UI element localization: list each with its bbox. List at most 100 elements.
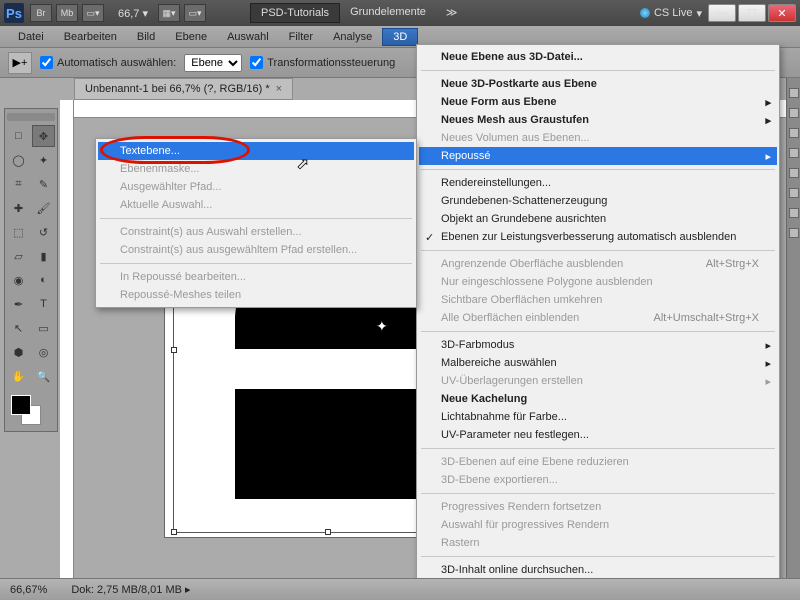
menu-item: 3D-Ebenen auf eine Ebene reduzieren — [419, 453, 777, 471]
color-swatches[interactable] — [7, 395, 55, 427]
menu-item[interactable]: Textebene... — [98, 142, 414, 160]
foreground-color[interactable] — [11, 395, 31, 415]
menu-item[interactable]: Malbereiche auswählen▸ — [419, 354, 777, 372]
title-bar: Ps Br Mb ▭▾ 66,7 ▾ ▦▾ ▭▾ PSD-Tutorials G… — [0, 0, 800, 26]
tool-eraser[interactable]: ▱ — [7, 245, 30, 267]
tool-brush[interactable]: 🖌 — [32, 197, 55, 219]
menu-item[interactable]: Neue Kachelung — [419, 390, 777, 408]
status-dok[interactable]: Dok: 2,75 MB/8,01 MB ▸ — [71, 583, 190, 596]
menu-item: Angrenzende Oberfläche ausblendenAlt+Str… — [419, 255, 777, 273]
menu-item[interactable]: Repoussé▸ — [419, 147, 777, 165]
screenmode-button[interactable]: ▭▾ — [82, 4, 104, 22]
menu-item: Constraint(s) aus ausgewähltem Pfad erst… — [98, 241, 414, 259]
tool-blur[interactable]: ◉ — [7, 269, 30, 291]
panel-icon[interactable] — [789, 128, 799, 138]
menu-filter[interactable]: Filter — [279, 29, 323, 45]
panel-icon[interactable] — [789, 168, 799, 178]
workspace-tab-active[interactable]: PSD-Tutorials — [250, 3, 340, 23]
panel-icon[interactable] — [789, 148, 799, 158]
panel-icon[interactable] — [789, 188, 799, 198]
tool-zoom[interactable]: 🔍 — [32, 365, 55, 387]
workspace-more[interactable]: ≫ — [436, 3, 468, 23]
tool-pen[interactable]: ✒ — [7, 293, 30, 315]
tool-3dcam[interactable]: ◎ — [32, 341, 55, 363]
tool-gradient[interactable]: ▮ — [32, 245, 55, 267]
tool-move[interactable]: ✥ — [32, 125, 55, 147]
menu-item: Rastern — [419, 534, 777, 552]
tool-path[interactable]: ↖ — [7, 317, 30, 339]
menu-item[interactable]: Neue 3D-Postkarte aus Ebene — [419, 75, 777, 93]
close-button[interactable]: ✕ — [768, 4, 796, 22]
menu-item[interactable]: Rendereinstellungen... — [419, 174, 777, 192]
cs-live-button[interactable]: CS Live ▾ — [640, 7, 702, 20]
tool-crop[interactable]: ⌗ — [7, 173, 30, 195]
toolbox: □✥ ◯✦ ⌗✎ ✚🖌 ⬚↺ ▱▮ ◉◐ ✒T ↖▭ ⬢◎ ✋🔍 — [4, 108, 58, 432]
ruler-vertical — [60, 100, 74, 578]
handle-bm[interactable] — [325, 529, 331, 535]
check-icon: ✓ — [425, 231, 434, 244]
tool-heal[interactable]: ✚ — [7, 197, 30, 219]
submenu-arrow-icon: ▸ — [765, 339, 771, 352]
extras-button[interactable]: ▦▾ — [158, 4, 180, 22]
close-tab-icon[interactable]: × — [276, 83, 282, 95]
menu-item[interactable]: UV-Parameter neu festlegen... — [419, 426, 777, 444]
tool-marquee[interactable]: □ — [7, 125, 30, 147]
menu-item[interactable]: Objekt an Grundebene ausrichten — [419, 210, 777, 228]
tool-3d[interactable]: ⬢ — [7, 341, 30, 363]
menu-item[interactable]: Lichtabnahme für Farbe... — [419, 408, 777, 426]
minimize-button[interactable]: — — [708, 4, 736, 22]
menu-item[interactable]: Grundebenen-Schattenerzeugung — [419, 192, 777, 210]
menu-item[interactable]: Neue Ebene aus 3D-Datei... — [419, 48, 777, 66]
tool-eyedrop[interactable]: ✎ — [32, 173, 55, 195]
menu-bearbeiten[interactable]: Bearbeiten — [54, 29, 127, 45]
arrange-button[interactable]: ▭▾ — [184, 4, 206, 22]
menu-item: 3D-Ebene exportieren... — [419, 471, 777, 489]
tool-history[interactable]: ↺ — [32, 221, 55, 243]
status-zoom[interactable]: 66,67% — [10, 584, 47, 596]
toolbox-grip[interactable] — [7, 113, 55, 121]
menu-item: Neues Volumen aus Ebenen... — [419, 129, 777, 147]
tool-shape[interactable]: ▭ — [32, 317, 55, 339]
tool-dodge[interactable]: ◐ — [32, 269, 55, 291]
handle-bl[interactable] — [171, 529, 177, 535]
menu-item: Ebenenmaske... — [98, 160, 414, 178]
tool-hand[interactable]: ✋ — [7, 365, 30, 387]
tool-stamp[interactable]: ⬚ — [7, 221, 30, 243]
minibridge-button[interactable]: Mb — [56, 4, 78, 22]
panel-icon[interactable] — [789, 108, 799, 118]
menu-bild[interactable]: Bild — [127, 29, 165, 45]
menu-auswahl[interactable]: Auswahl — [217, 29, 279, 45]
menu-datei[interactable]: Datei — [8, 29, 54, 45]
move-tool-preset[interactable]: ▶+ — [8, 52, 32, 74]
ps-logo: Ps — [4, 3, 24, 23]
menu-item: UV-Überlagerungen erstellen▸ — [419, 372, 777, 390]
menu-item: Sichtbare Oberflächen umkehren — [419, 291, 777, 309]
menu-item[interactable]: Neues Mesh aus Graustufen▸ — [419, 111, 777, 129]
panel-icon[interactable] — [789, 208, 799, 218]
zoom-level[interactable]: 66,7 ▾ — [118, 7, 148, 20]
auto-select-checkbox[interactable]: Automatisch auswählen: — [40, 56, 176, 69]
panel-icon[interactable] — [789, 228, 799, 238]
menu-item[interactable]: 3D-Inhalt online durchsuchen... — [419, 561, 777, 579]
submenu-arrow-icon: ▸ — [765, 357, 771, 370]
tool-wand[interactable]: ✦ — [32, 149, 55, 171]
menu-analyse[interactable]: Analyse — [323, 29, 382, 45]
auto-select-target[interactable]: Ebene — [184, 54, 242, 72]
transform-controls-checkbox[interactable]: Transformationssteuerung — [250, 56, 395, 69]
document-tab[interactable]: Unbenannt-1 bei 66,7% (?, RGB/16) *× — [74, 78, 293, 100]
maximize-button[interactable]: ☐ — [738, 4, 766, 22]
repousse-submenu: Textebene...Ebenenmaske...Ausgewählter P… — [95, 138, 417, 308]
menu-ebene[interactable]: Ebene — [165, 29, 217, 45]
handle-ml[interactable] — [171, 347, 177, 353]
tool-lasso[interactable]: ◯ — [7, 149, 30, 171]
workspace-tab[interactable]: Grundelemente — [340, 3, 436, 23]
submenu-arrow-icon: ▸ — [765, 150, 771, 163]
panel-collapsed-strip[interactable] — [786, 78, 800, 578]
tool-type[interactable]: T — [32, 293, 55, 315]
menu-item[interactable]: Ebenen zur Leistungsverbesserung automat… — [419, 228, 777, 246]
bridge-button[interactable]: Br — [30, 4, 52, 22]
menu-item[interactable]: 3D-Farbmodus▸ — [419, 336, 777, 354]
menu-3d[interactable]: 3D — [382, 28, 418, 46]
panel-icon[interactable] — [789, 88, 799, 98]
menu-item[interactable]: Neue Form aus Ebene▸ — [419, 93, 777, 111]
